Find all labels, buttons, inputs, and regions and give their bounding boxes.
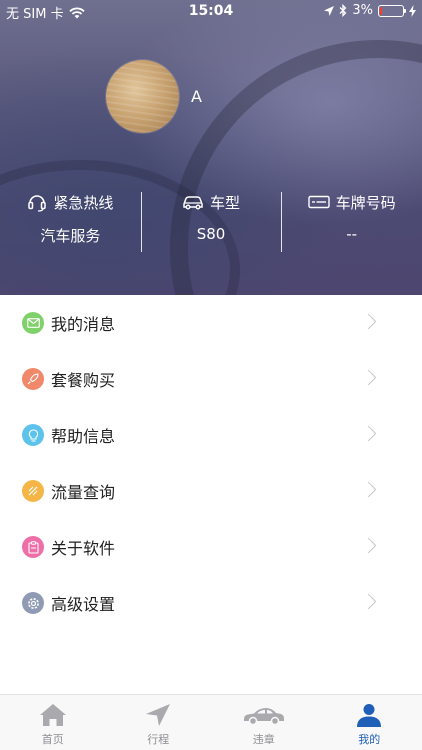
- menu-item-advanced-settings[interactable]: 高级设置: [0, 575, 422, 631]
- battery-icon: [378, 4, 406, 17]
- menu-item-label: 关于软件: [51, 539, 116, 558]
- chevron-right-icon: [360, 481, 377, 498]
- battery-percent: 3%: [352, 3, 373, 18]
- menu-item-label: 帮助信息: [51, 427, 116, 446]
- chevron-right-icon: [360, 537, 377, 554]
- emergency-hotline[interactable]: 紧急热线 汽车服务: [0, 190, 141, 254]
- person-icon: [357, 704, 382, 727]
- tab-home[interactable]: 首页: [0, 695, 106, 750]
- license-plate-label: 车牌号码: [335, 193, 396, 212]
- username: A: [191, 87, 202, 106]
- menu-item-help[interactable]: 帮助信息: [0, 407, 422, 463]
- clipboard-icon: [22, 536, 44, 558]
- license-plate-value: --: [346, 225, 358, 243]
- settings-menu: 我的消息 套餐购买 帮助信息 流量查询 关于软件 高级设置: [0, 295, 422, 631]
- emergency-hotline-value: 汽车服务: [40, 227, 101, 245]
- menu-item-package-purchase[interactable]: 套餐购买: [0, 351, 422, 407]
- license-plate-icon: [307, 195, 330, 209]
- vehicle-model-label: 车型: [210, 193, 241, 212]
- menu-item-label: 套餐购买: [51, 371, 116, 390]
- license-plate[interactable]: 车牌号码 --: [281, 190, 422, 254]
- menu-item-messages[interactable]: 我的消息: [0, 295, 422, 351]
- tab-violations[interactable]: 违章: [211, 695, 317, 750]
- chevron-right-icon: [360, 369, 377, 386]
- chevron-right-icon: [360, 425, 377, 442]
- tab-bar: 首页 行程 违章 我的: [0, 694, 422, 750]
- status-bar: 无 SIM 卡 15:04 3%: [0, 0, 422, 22]
- envelope-icon: [22, 312, 44, 334]
- vehicle-model-value: S80: [196, 225, 226, 243]
- lightbulb-icon: [22, 424, 44, 446]
- location-arrow-icon: [324, 5, 335, 16]
- tab-label: 首页: [41, 733, 64, 746]
- home-icon: [39, 704, 66, 726]
- tab-mine[interactable]: 我的: [317, 695, 422, 750]
- car-icon: [183, 196, 203, 210]
- menu-item-label: 高级设置: [51, 595, 116, 614]
- menu-item-about[interactable]: 关于软件: [0, 519, 422, 575]
- vehicle-model[interactable]: 车型 S80: [140, 190, 282, 254]
- headset-icon: [28, 195, 47, 212]
- tab-label: 我的: [358, 733, 381, 746]
- chevron-right-icon: [360, 313, 377, 330]
- navigation-arrow-icon: [146, 704, 171, 726]
- chevron-right-icon: [360, 593, 377, 610]
- charging-bolt-icon: [409, 4, 416, 17]
- menu-item-label: 我的消息: [51, 315, 116, 334]
- tab-label: 行程: [147, 733, 170, 746]
- gear-icon: [22, 592, 44, 614]
- menu-item-label: 流量查询: [51, 483, 116, 502]
- signal-icon: [22, 480, 44, 502]
- rocket-icon: [22, 368, 44, 390]
- emergency-hotline-label: 紧急热线: [53, 193, 114, 212]
- menu-item-data-usage[interactable]: 流量查询: [0, 463, 422, 519]
- car-icon: [243, 708, 284, 726]
- avatar[interactable]: [106, 60, 179, 133]
- tab-label: 违章: [252, 733, 275, 746]
- bluetooth-icon: [339, 4, 347, 17]
- vehicle-info-bar: 紧急热线 汽车服务 车型 S80 车牌号码 --: [0, 190, 422, 254]
- tab-trips[interactable]: 行程: [106, 695, 212, 750]
